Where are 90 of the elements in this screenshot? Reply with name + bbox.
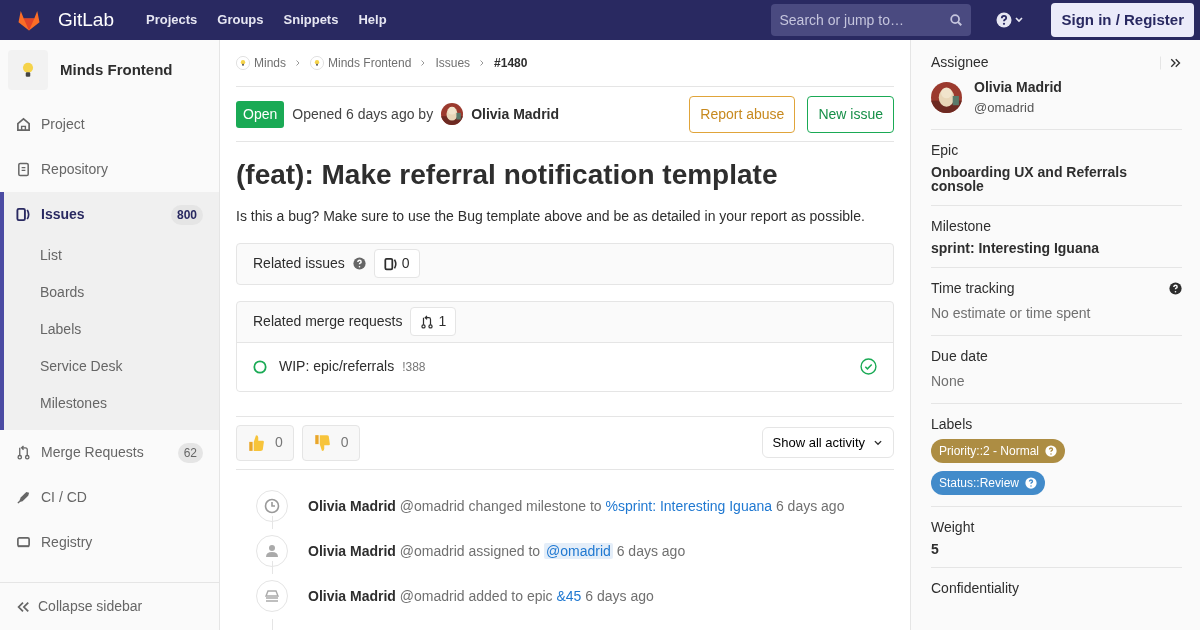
field-label: Labels bbox=[931, 414, 973, 434]
field-label: Time tracking bbox=[931, 278, 1015, 298]
nav-link[interactable]: Projects bbox=[146, 10, 198, 30]
check-circle-icon bbox=[860, 358, 877, 376]
sign-in-button[interactable]: Sign in / Register bbox=[1051, 2, 1194, 38]
new-issue-button[interactable]: New issue bbox=[807, 95, 894, 133]
document-icon bbox=[16, 162, 31, 177]
report-abuse-button[interactable]: Report abuse bbox=[689, 95, 796, 133]
nav-link[interactable]: Help bbox=[358, 10, 387, 30]
laptop-icon bbox=[16, 535, 31, 550]
open-circle-icon bbox=[253, 359, 267, 374]
rocket-icon bbox=[16, 490, 31, 505]
activity-note: Olivia Madrid @omadrid changed milestone to %sprint: Interesting Iguana 6 days ago bbox=[308, 496, 845, 516]
field-label: Milestone bbox=[931, 216, 991, 236]
status-badge: Open bbox=[236, 100, 285, 128]
label-tag[interactable]: Priority::2 - Normal bbox=[931, 438, 1065, 463]
issue-title: (feat): Make referral notification template bbox=[236, 158, 779, 192]
search-icon bbox=[949, 13, 964, 27]
breadcrumb-link[interactable]: Issues bbox=[435, 54, 471, 72]
help-icon bbox=[352, 257, 366, 271]
sidebar-subitem[interactable]: List bbox=[4, 237, 219, 274]
sidebar-item[interactable]: CI / CD bbox=[0, 475, 219, 520]
activity-note: Olivia Madrid @omadrid added to epic &45 6 days ago bbox=[308, 586, 654, 606]
nav-link[interactable]: Groups bbox=[217, 10, 264, 30]
sidebar-item[interactable]: Issues 800 bbox=[4, 192, 219, 237]
double-chevron-right-icon bbox=[1169, 56, 1181, 69]
thumbs-up-button[interactable]: 0 bbox=[236, 424, 294, 461]
merge-icon bbox=[16, 445, 31, 460]
count-badge: 800 bbox=[170, 204, 203, 225]
brand-name[interactable]: GitLab bbox=[58, 5, 114, 35]
help-icon bbox=[1045, 444, 1057, 457]
section-title: Related merge requests bbox=[253, 312, 403, 332]
chevron-right-icon bbox=[294, 58, 302, 68]
user-mention-link[interactable]: @omadrid bbox=[544, 542, 613, 559]
reference-link[interactable]: &45 bbox=[556, 587, 582, 604]
thumbs-down-button[interactable]: 0 bbox=[301, 424, 360, 461]
field-value[interactable]: sprint: Interesting Iguana bbox=[931, 240, 1182, 256]
lightbulb-icon bbox=[236, 56, 250, 70]
field-label: Due date bbox=[931, 346, 988, 366]
sidebar-subitem[interactable]: Labels bbox=[4, 311, 219, 348]
field-label: Weight bbox=[931, 517, 975, 537]
count-badge: 0 bbox=[373, 249, 420, 279]
search-field[interactable]: Search or jump to… bbox=[771, 4, 972, 36]
sidebar-item[interactable]: Repository bbox=[0, 147, 219, 192]
clock-icon bbox=[264, 498, 280, 515]
section-title: Related issues bbox=[253, 254, 345, 274]
home-icon bbox=[16, 117, 31, 132]
count-badge: 62 bbox=[177, 442, 203, 463]
issues-icon bbox=[16, 207, 31, 222]
user-icon bbox=[264, 543, 280, 560]
assignee-username: @omadrid bbox=[974, 99, 1036, 117]
issues-icon bbox=[383, 256, 398, 271]
opened-text: Opened 6 days ago by bbox=[292, 104, 434, 124]
thumbs-up-icon bbox=[247, 433, 265, 452]
issue-description: Is this a bug? Make sure to use the Bug template above and be as detailed in your report as possible. bbox=[236, 206, 866, 226]
breadcrumb-link[interactable]: #1480 bbox=[494, 54, 528, 72]
activity-note: Olivia Madrid @omadrid assigned to @omadrid 6 days ago bbox=[308, 541, 686, 561]
merge-request-link[interactable]: WIP: epic/referrals bbox=[279, 356, 395, 378]
lightbulb-icon bbox=[310, 56, 324, 70]
sidebar-item[interactable]: Registry bbox=[0, 520, 219, 565]
expand-sidebar-button[interactable] bbox=[1160, 55, 1182, 70]
epic-icon bbox=[264, 588, 280, 605]
thumbs-down-icon bbox=[312, 433, 331, 452]
field-value: None bbox=[931, 371, 966, 391]
activity-filter-dropdown[interactable]: Show all activity bbox=[761, 426, 894, 459]
merge-request-ref: !388 bbox=[402, 358, 426, 376]
count-badge: 1 bbox=[410, 307, 457, 337]
field-label: Confidentiality bbox=[931, 579, 1019, 599]
sidebar-item[interactable]: Project bbox=[0, 102, 219, 147]
merge-icon bbox=[420, 314, 435, 329]
search-placeholder: Search or jump to… bbox=[779, 10, 905, 30]
assignee-name[interactable]: Olivia Madrid bbox=[974, 77, 1062, 98]
field-value: No estimate or time spent bbox=[931, 303, 1092, 323]
sidebar-subitem[interactable]: Milestones bbox=[4, 385, 219, 422]
field-value[interactable]: 5 bbox=[931, 541, 1182, 557]
breadcrumb-link[interactable]: Minds Frontend bbox=[310, 54, 412, 72]
project-name[interactable]: Minds Frontend bbox=[60, 58, 173, 82]
label-tag[interactable]: Status::Review bbox=[931, 470, 1046, 495]
field-label: Assignee bbox=[931, 53, 989, 72]
sidebar-subitem[interactable]: Service Desk bbox=[4, 348, 219, 385]
nav-link[interactable]: Snippets bbox=[283, 10, 339, 30]
double-chevron-left-icon bbox=[16, 599, 30, 614]
field-label: Epic bbox=[931, 140, 959, 160]
breadcrumb-link[interactable]: Minds bbox=[236, 54, 286, 72]
field-value[interactable]: Onboarding UX and Referrals console bbox=[931, 164, 1182, 194]
sidebar-item[interactable]: Merge Requests 62 bbox=[0, 430, 219, 475]
author-link[interactable]: Olivia Madrid bbox=[441, 103, 560, 125]
reference-link[interactable]: %sprint: Interesting Iguana bbox=[605, 497, 773, 514]
sidebar-subitem[interactable]: Boards bbox=[4, 274, 219, 311]
help-icon bbox=[1025, 476, 1038, 489]
